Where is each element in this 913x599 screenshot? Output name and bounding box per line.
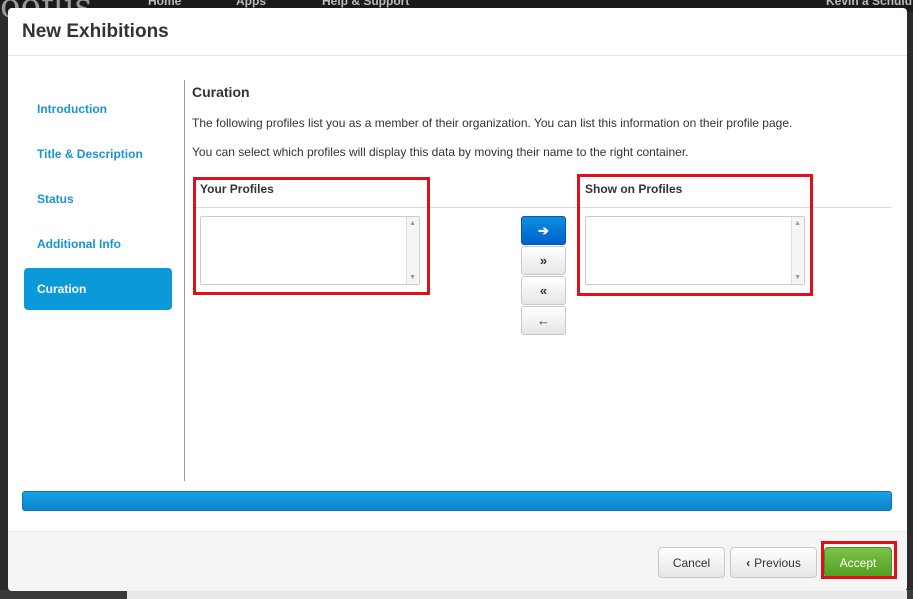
move-all-left-button[interactable]: « <box>521 276 566 305</box>
sidebar-item-status[interactable]: Status <box>24 178 172 220</box>
new-exhibitions-modal: New Exhibitions Introduction Title & Des… <box>8 8 907 591</box>
show-on-profiles-scrollbar[interactable]: ▲ ▼ <box>791 217 804 284</box>
your-profiles-label: Your Profiles <box>200 182 274 196</box>
wizard-progress-bar <box>22 491 892 511</box>
double-chevron-right-icon: » <box>539 253 548 268</box>
modal-header: New Exhibitions <box>8 8 907 56</box>
section-title: Curation <box>192 84 250 100</box>
show-on-profiles-label: Show on Profiles <box>585 182 683 196</box>
sidebar-item-introduction[interactable]: Introduction <box>24 88 172 130</box>
curation-instructions: You can select which profiles will displ… <box>192 145 689 159</box>
move-selected-left-button[interactable]: ← <box>521 306 566 335</box>
background-nav-help: Help & Support <box>322 0 410 8</box>
accept-highlight <box>821 541 897 579</box>
modal-footer: Cancel ‹ Previous Accept <box>8 531 907 591</box>
double-chevron-left-icon: « <box>539 283 548 298</box>
arrow-right-icon: ➔ <box>538 222 549 238</box>
sidebar-item-additional-info[interactable]: Additional Info <box>24 223 172 265</box>
background-bottom-strip <box>0 590 913 599</box>
sidebar-item-title-description[interactable]: Title & Description <box>24 133 172 175</box>
background-nav-home: Home <box>148 0 182 8</box>
cancel-button[interactable]: Cancel <box>658 547 725 578</box>
background-user-name: Kevin a Schuld <box>826 0 913 8</box>
scroll-up-icon[interactable]: ▲ <box>409 220 416 227</box>
wizard-sidebar: Introduction Title & Description Status … <box>24 88 172 313</box>
your-profiles-listbox[interactable]: ▲ ▼ <box>200 216 420 285</box>
background-nav-apps: Apps <box>236 0 266 8</box>
scroll-down-icon[interactable]: ▼ <box>409 274 416 281</box>
sidebar-item-curation[interactable]: Curation <box>24 268 172 310</box>
previous-button[interactable]: ‹ Previous <box>730 547 817 578</box>
scroll-up-icon[interactable]: ▲ <box>794 220 801 227</box>
sidebar-divider <box>184 80 185 481</box>
move-selected-right-button[interactable]: ➔ <box>521 216 566 245</box>
show-on-profiles-listbox[interactable]: ▲ ▼ <box>585 216 805 285</box>
your-profiles-scrollbar[interactable]: ▲ ▼ <box>406 217 419 284</box>
scroll-down-icon[interactable]: ▼ <box>794 274 801 281</box>
previous-label: Previous <box>754 555 801 570</box>
chevron-left-icon: ‹ <box>746 555 751 570</box>
modal-title: New Exhibitions <box>22 21 169 42</box>
curation-description: The following profiles list you as a mem… <box>192 116 793 130</box>
move-all-right-button[interactable]: » <box>521 246 566 275</box>
arrow-left-icon: ← <box>537 313 550 328</box>
curation-content: Curation The following profiles list you… <box>192 80 892 159</box>
